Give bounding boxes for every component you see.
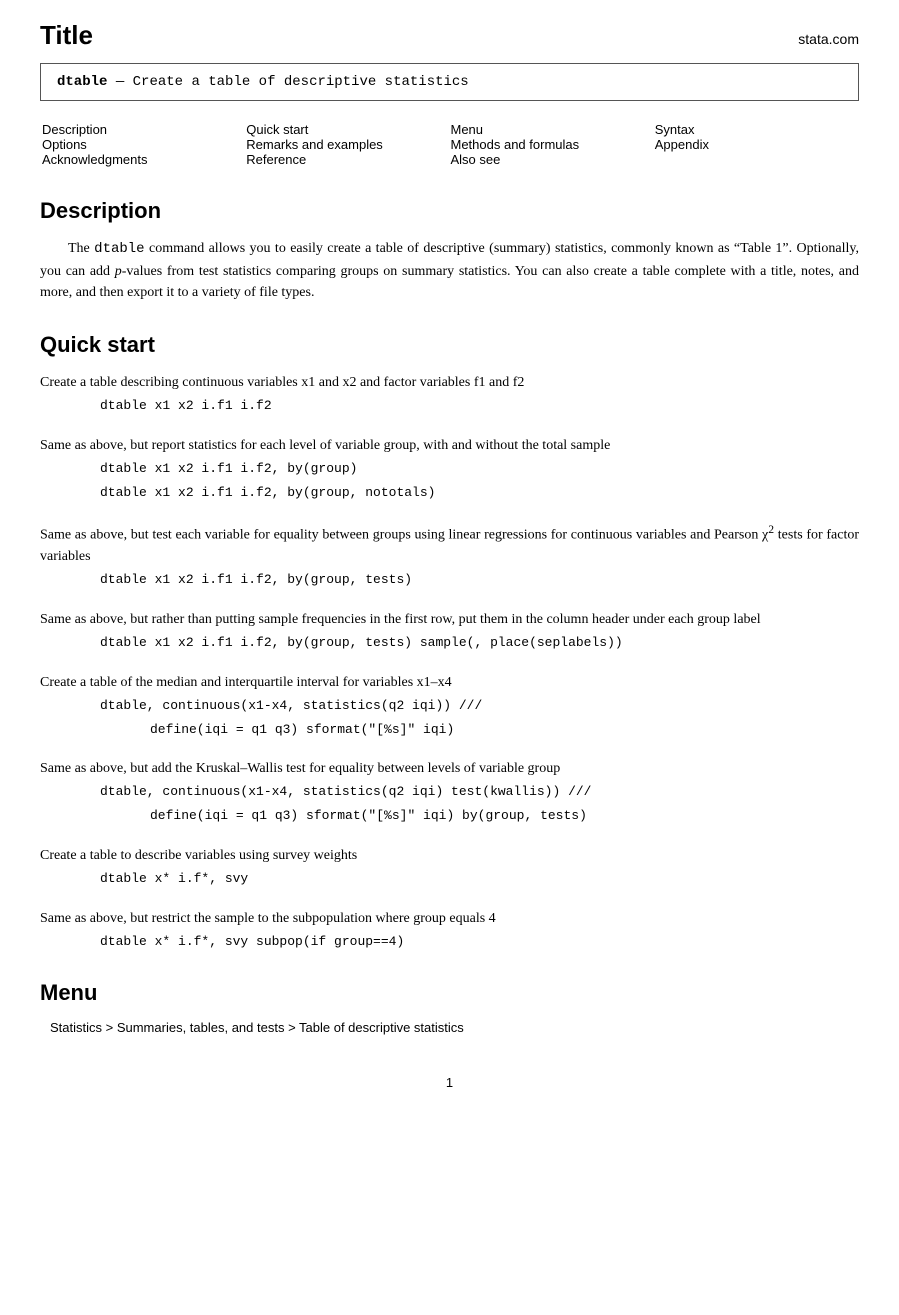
- qs-desc-8: Same as above, but restrict the sample t…: [40, 908, 859, 929]
- qs-code-3: dtable x1 x2 i.f1 i.f2, by(group, tests): [40, 570, 859, 591]
- nav-reference[interactable]: Reference: [246, 152, 448, 167]
- qs-code-6a: dtable, continuous(x1-x4, statistics(q2 …: [40, 782, 859, 803]
- nav-also-see[interactable]: Also see: [451, 152, 653, 167]
- qs-code-4: dtable x1 x2 i.f1 i.f2, by(group, tests)…: [40, 633, 859, 654]
- qs-code-1: dtable x1 x2 i.f1 i.f2: [40, 396, 859, 417]
- qs-desc-6: Same as above, but add the Kruskal–Walli…: [40, 758, 859, 779]
- nav-acknowledgments[interactable]: Acknowledgments: [42, 152, 244, 167]
- qs-item-6: Same as above, but add the Kruskal–Walli…: [40, 758, 859, 827]
- title-separator: —: [116, 74, 124, 90]
- nav-remarks[interactable]: Remarks and examples: [246, 137, 448, 152]
- title-description: Create a table of descriptive statistics: [133, 74, 469, 90]
- qs-item-4: Same as above, but rather than putting s…: [40, 609, 859, 654]
- nav-syntax[interactable]: Syntax: [655, 122, 857, 137]
- qs-item-7: Create a table to describe variables usi…: [40, 845, 859, 890]
- qs-desc-1: Create a table describing continuous var…: [40, 372, 859, 393]
- menu-heading: Menu: [40, 980, 859, 1006]
- qs-item-2: Same as above, but report statistics for…: [40, 435, 859, 504]
- quickstart-heading: Quick start: [40, 332, 859, 358]
- qs-code-8: dtable x* i.f*, svy subpop(if group==4): [40, 932, 859, 953]
- command-name: dtable: [57, 74, 107, 90]
- qs-code-6b: define(iqi = q1 q3) sformat("[%s]" iqi) …: [40, 806, 859, 827]
- qs-code-5b: define(iqi = q1 q3) sformat("[%s]" iqi): [40, 720, 859, 741]
- qs-desc-2: Same as above, but report statistics for…: [40, 435, 859, 456]
- qs-code-7: dtable x* i.f*, svy: [40, 869, 859, 890]
- nav-table: Description Options Acknowledgments Quic…: [40, 119, 859, 170]
- description-text: The dtable command allows you to easily …: [40, 238, 859, 304]
- qs-desc-4: Same as above, but rather than putting s…: [40, 609, 859, 630]
- menu-path: Statistics > Summaries, tables, and test…: [40, 1020, 859, 1035]
- description-heading: Description: [40, 198, 859, 224]
- nav-description[interactable]: Description: [42, 122, 244, 137]
- brand: stata.com: [798, 31, 859, 47]
- nav-appendix[interactable]: Appendix: [655, 137, 857, 152]
- qs-item-8: Same as above, but restrict the sample t…: [40, 908, 859, 953]
- qs-desc-3: Same as above, but test each variable fo…: [40, 521, 859, 567]
- qs-desc-7: Create a table to describe variables usi…: [40, 845, 859, 866]
- title-box: dtable — Create a table of descriptive s…: [40, 63, 859, 101]
- qs-code-2b: dtable x1 x2 i.f1 i.f2, by(group, notota…: [40, 483, 859, 504]
- qs-desc-5: Create a table of the median and interqu…: [40, 672, 859, 693]
- nav-quickstart[interactable]: Quick start: [246, 122, 448, 137]
- qs-item-3: Same as above, but test each variable fo…: [40, 521, 859, 590]
- qs-code-2a: dtable x1 x2 i.f1 i.f2, by(group): [40, 459, 859, 480]
- nav-options[interactable]: Options: [42, 137, 244, 152]
- page-number: 1: [40, 1075, 859, 1090]
- nav-methods[interactable]: Methods and formulas: [451, 137, 653, 152]
- qs-item-5: Create a table of the median and interqu…: [40, 672, 859, 741]
- qs-item-1: Create a table describing continuous var…: [40, 372, 859, 417]
- qs-code-5a: dtable, continuous(x1-x4, statistics(q2 …: [40, 696, 859, 717]
- page-header: Title stata.com: [40, 20, 859, 51]
- nav-menu[interactable]: Menu: [451, 122, 653, 137]
- page-title: Title: [40, 20, 93, 51]
